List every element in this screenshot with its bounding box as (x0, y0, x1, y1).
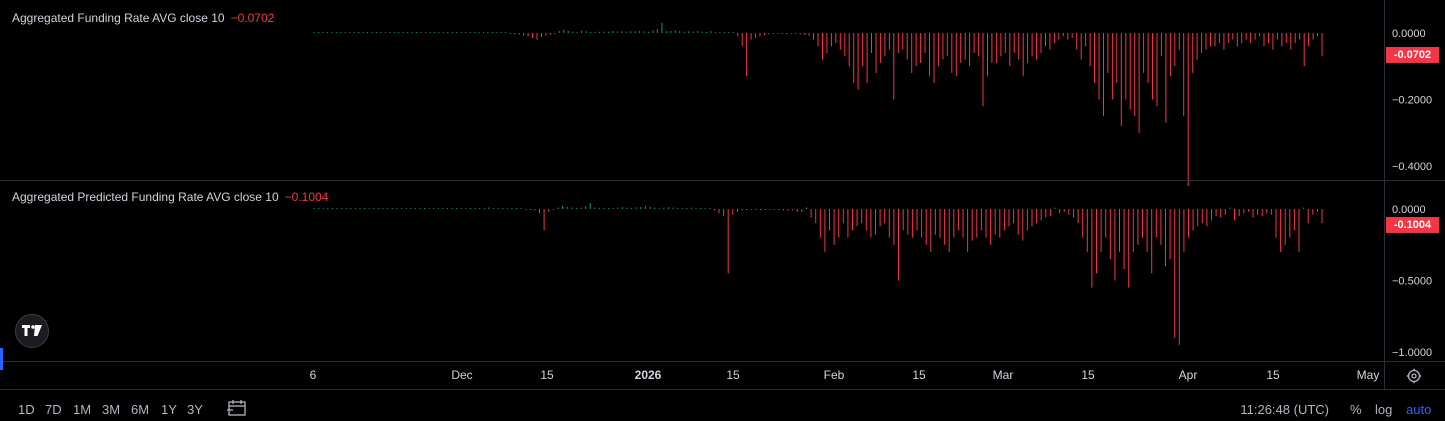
time-axis-label: 15 (726, 368, 740, 382)
legend-pane-2[interactable]: Aggregated Predicted Funding Rate AVG cl… (12, 190, 328, 204)
chart-area[interactable]: 0.0000 −0.2000 −0.4000 0.0000 −0.5000 −1.0000… (0, 0, 1445, 421)
time-axis-label: Mar (993, 368, 1014, 382)
time-axis-label: 15 (540, 368, 554, 382)
gear-icon[interactable] (1406, 368, 1422, 384)
legend-value-2: −0.1004 (284, 190, 329, 204)
sidebar-handle[interactable] (0, 348, 3, 370)
percent-toggle[interactable]: % (1350, 402, 1362, 417)
legend-pane-1[interactable]: Aggregated Funding Rate AVG close 10 −0.0… (12, 11, 274, 25)
utc-clock[interactable]: 11:26:48 (UTC) (1240, 402, 1329, 417)
time-axis-label: 15 (912, 368, 926, 382)
time-axis-label: 2026 (635, 368, 662, 382)
last-price-tag-1: -0.0702 (1386, 47, 1439, 63)
time-axis-label: 15 (1081, 368, 1095, 382)
range-button-6m[interactable]: 6M (131, 402, 149, 417)
time-axis-label: Dec (451, 368, 472, 382)
range-button-1y[interactable]: 1Y (161, 402, 177, 417)
price-axis-border (1384, 0, 1385, 389)
auto-toggle[interactable]: auto (1406, 402, 1431, 417)
legend-value-1: −0.0702 (230, 11, 275, 25)
pane-divider[interactable] (0, 180, 1445, 181)
time-axis-label: 15 (1266, 368, 1280, 382)
calendar-icon[interactable] (227, 399, 247, 417)
price-axis-label: −0.4000 (1392, 161, 1432, 173)
time-axis-label: Feb (824, 368, 845, 382)
log-toggle[interactable]: log (1375, 402, 1392, 417)
range-button-1m[interactable]: 1M (73, 402, 91, 417)
range-button-7d[interactable]: 7D (45, 402, 62, 417)
range-button-1d[interactable]: 1D (18, 402, 35, 417)
time-axis-label: 6 (310, 368, 317, 382)
last-price-tag-2: -0.1004 (1386, 217, 1439, 233)
time-axis-label: Apr (1179, 368, 1198, 382)
price-axis-label: −1.0000 (1392, 347, 1432, 359)
tradingview-logo-icon[interactable] (15, 314, 49, 348)
legend-title-2: Aggregated Predicted Funding Rate AVG cl… (12, 190, 279, 204)
range-button-3m[interactable]: 3M (102, 402, 120, 417)
price-axis-label: −0.2000 (1392, 95, 1432, 107)
legend-title-1: Aggregated Funding Rate AVG close 10 (12, 11, 225, 25)
tradingview-logo-glyph (22, 325, 42, 336)
bottom-toolbar: 1D 7D 1M 3M 6M 1Y 3Y 11:26:48 (UTC) % lo… (0, 391, 1445, 421)
price-axis-label: −0.5000 (1392, 276, 1432, 288)
price-axis-label: 0.0000 (1392, 204, 1426, 216)
price-axis-label: 0.0000 (1392, 28, 1426, 40)
range-button-3y[interactable]: 3Y (187, 402, 203, 417)
time-axis-top-border (0, 361, 1445, 362)
bottom-bar-top-border (0, 389, 1445, 390)
time-axis-label: May (1357, 368, 1380, 382)
